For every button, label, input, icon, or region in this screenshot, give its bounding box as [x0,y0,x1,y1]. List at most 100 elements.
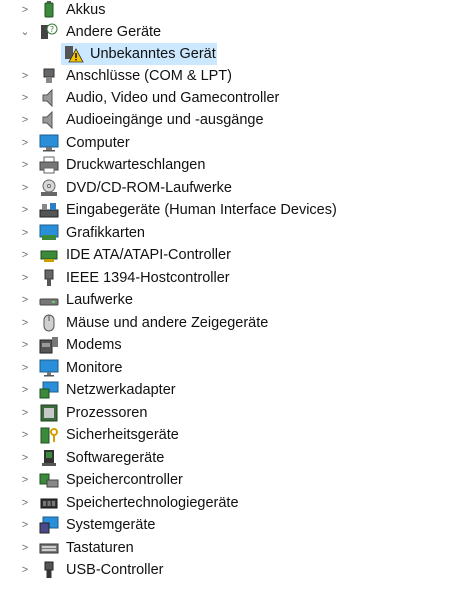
system-device-icon [39,516,59,534]
chevron-right-icon[interactable]: > [19,517,31,533]
mouse-icon [39,314,59,332]
monitor-icon [39,359,59,377]
tree-item-label: Monitore [66,360,123,376]
tree-item-label: Mäuse und andere Zeigegeräte [66,315,269,331]
tree-item-modems[interactable]: > Modems [0,334,469,356]
chevron-right-icon[interactable]: > [19,112,31,128]
tree-item-eingabegeraete[interactable]: > Eingabegeräte (Human Interface Devices… [0,199,469,221]
tree-item-label: Speichertechnologiegeräte [66,495,239,511]
tree-item-label: Systemgeräte [66,517,156,533]
processor-icon [39,404,59,422]
tree-item-ieee1394[interactable]: > IEEE 1394-Hostcontroller [0,267,469,289]
memory-technology-icon [39,494,59,512]
tree-item-label: Laufwerke [66,292,133,308]
unknown-device-category-icon: ? [39,23,59,41]
tree-item-andere-geraete[interactable]: ⌄ ? Andere Geräte [0,21,469,43]
tree-item-dvd-laufwerke[interactable]: > DVD/CD-ROM-Laufwerke [0,177,469,199]
chevron-right-icon[interactable]: > [19,360,31,376]
security-device-icon [39,426,59,444]
tree-item-laufwerke[interactable]: > Laufwerke [0,289,469,311]
tree-item-label: Speichercontroller [66,472,183,488]
tree-item-unbekanntes-geraet[interactable]: Unbekanntes Gerät [0,43,469,65]
chevron-right-icon[interactable]: > [19,68,31,84]
chevron-right-icon[interactable]: > [19,450,31,466]
battery-icon [39,1,59,19]
hid-icon [39,201,59,219]
disk-drive-icon [39,291,59,309]
chevron-down-icon[interactable]: ⌄ [19,24,31,40]
tree-item-speichercontroller[interactable]: > Speichercontroller [0,469,469,491]
tree-item-audio-video[interactable]: > Audio, Video und Gamecontroller [0,87,469,109]
chevron-right-icon[interactable]: > [19,135,31,151]
tree-item-label: Netzwerkadapter [66,382,176,398]
tree-item-label: Druckwarteschlangen [66,157,206,173]
tree-item-sicherheitsgeraete[interactable]: > Sicherheitsgeräte [0,424,469,446]
usb-icon [39,561,59,579]
tree-item-label: Modems [66,337,122,353]
tree-item-prozessoren[interactable]: > Prozessoren [0,402,469,424]
chevron-right-icon[interactable]: > [19,225,31,241]
tree-item-label: Softwaregeräte [66,450,165,466]
tree-item-label: Unbekanntes Gerät [90,46,216,62]
tree-item-label: Andere Geräte [66,24,162,40]
tree-item-druckwarteschlangen[interactable]: > Druckwarteschlangen [0,154,469,176]
speaker-icon [39,111,59,129]
tree-item-label: Audioeingänge und -ausgänge [66,112,264,128]
chevron-right-icon[interactable]: > [19,2,31,18]
software-device-icon [39,449,59,467]
chevron-right-icon[interactable]: > [19,157,31,173]
svg-text:?: ? [50,25,54,34]
tree-item-monitore[interactable]: > Monitore [0,357,469,379]
tree-item-label: Akkus [66,2,106,18]
ide-controller-icon [39,246,59,264]
chevron-right-icon[interactable]: > [19,337,31,353]
tree-item-label: Prozessoren [66,405,148,421]
firewire-icon [39,269,59,287]
chevron-right-icon[interactable]: > [19,247,31,263]
storage-controller-icon [39,471,59,489]
tree-item-computer[interactable]: > Computer [0,132,469,154]
display-adapter-icon [39,224,59,242]
tree-item-usb-controller[interactable]: > USB-Controller [0,559,469,581]
tree-item-softwaregeraete[interactable]: > Softwaregeräte [0,447,469,469]
chevron-right-icon[interactable]: > [19,382,31,398]
tree-item-grafikkarten[interactable]: > Grafikkarten [0,222,469,244]
tree-item-label: IDE ATA/ATAPI-Controller [66,247,231,263]
chevron-right-icon[interactable]: > [19,562,31,578]
tree-item-label: Eingabegeräte (Human Interface Devices) [66,202,337,218]
network-adapter-icon [39,381,59,399]
chevron-right-icon[interactable]: > [19,202,31,218]
chevron-right-icon[interactable]: > [19,472,31,488]
chevron-right-icon[interactable]: > [19,540,31,556]
tree-item-audioeingaenge[interactable]: > Audioeingänge und -ausgänge [0,109,469,131]
computer-icon [39,134,59,152]
chevron-right-icon[interactable]: > [19,427,31,443]
chevron-right-icon[interactable]: > [19,315,31,331]
tree-item-akkus[interactable]: > Akkus [0,0,469,21]
chevron-right-icon[interactable]: > [19,495,31,511]
tree-item-label: IEEE 1394-Hostcontroller [66,270,230,286]
chevron-right-icon[interactable]: > [19,270,31,286]
tree-item-netzwerkadapter[interactable]: > Netzwerkadapter [0,379,469,401]
tree-item-label: Grafikkarten [66,225,145,241]
tree-item-systemgeraete[interactable]: > Systemgeräte [0,514,469,536]
disc-drive-icon [39,179,59,197]
tree-item-ide-controller[interactable]: > IDE ATA/ATAPI-Controller [0,244,469,266]
speaker-icon [39,89,59,107]
keyboard-icon [39,539,59,557]
tree-item-label: Tastaturen [66,540,134,556]
tree-item-maeuse[interactable]: > Mäuse und andere Zeigegeräte [0,312,469,334]
tree-item-label: Sicherheitsgeräte [66,427,179,443]
chevron-right-icon[interactable]: > [19,180,31,196]
tree-item-label: USB-Controller [66,562,164,578]
tree-item-tastaturen[interactable]: > Tastaturen [0,537,469,559]
tree-item-label: Audio, Video und Gamecontroller [66,90,280,106]
tree-item-speichertechnologiegeraete[interactable]: > Speichertechnologiegeräte [0,492,469,514]
chevron-right-icon[interactable]: > [19,292,31,308]
chevron-right-icon[interactable]: > [19,405,31,421]
tree-item-label: DVD/CD-ROM-Laufwerke [66,180,232,196]
tree-item-anschluesse[interactable]: > Anschlüsse (COM & LPT) [0,65,469,87]
port-icon [39,67,59,85]
chevron-right-icon[interactable]: > [19,90,31,106]
warning-device-icon [64,45,84,63]
